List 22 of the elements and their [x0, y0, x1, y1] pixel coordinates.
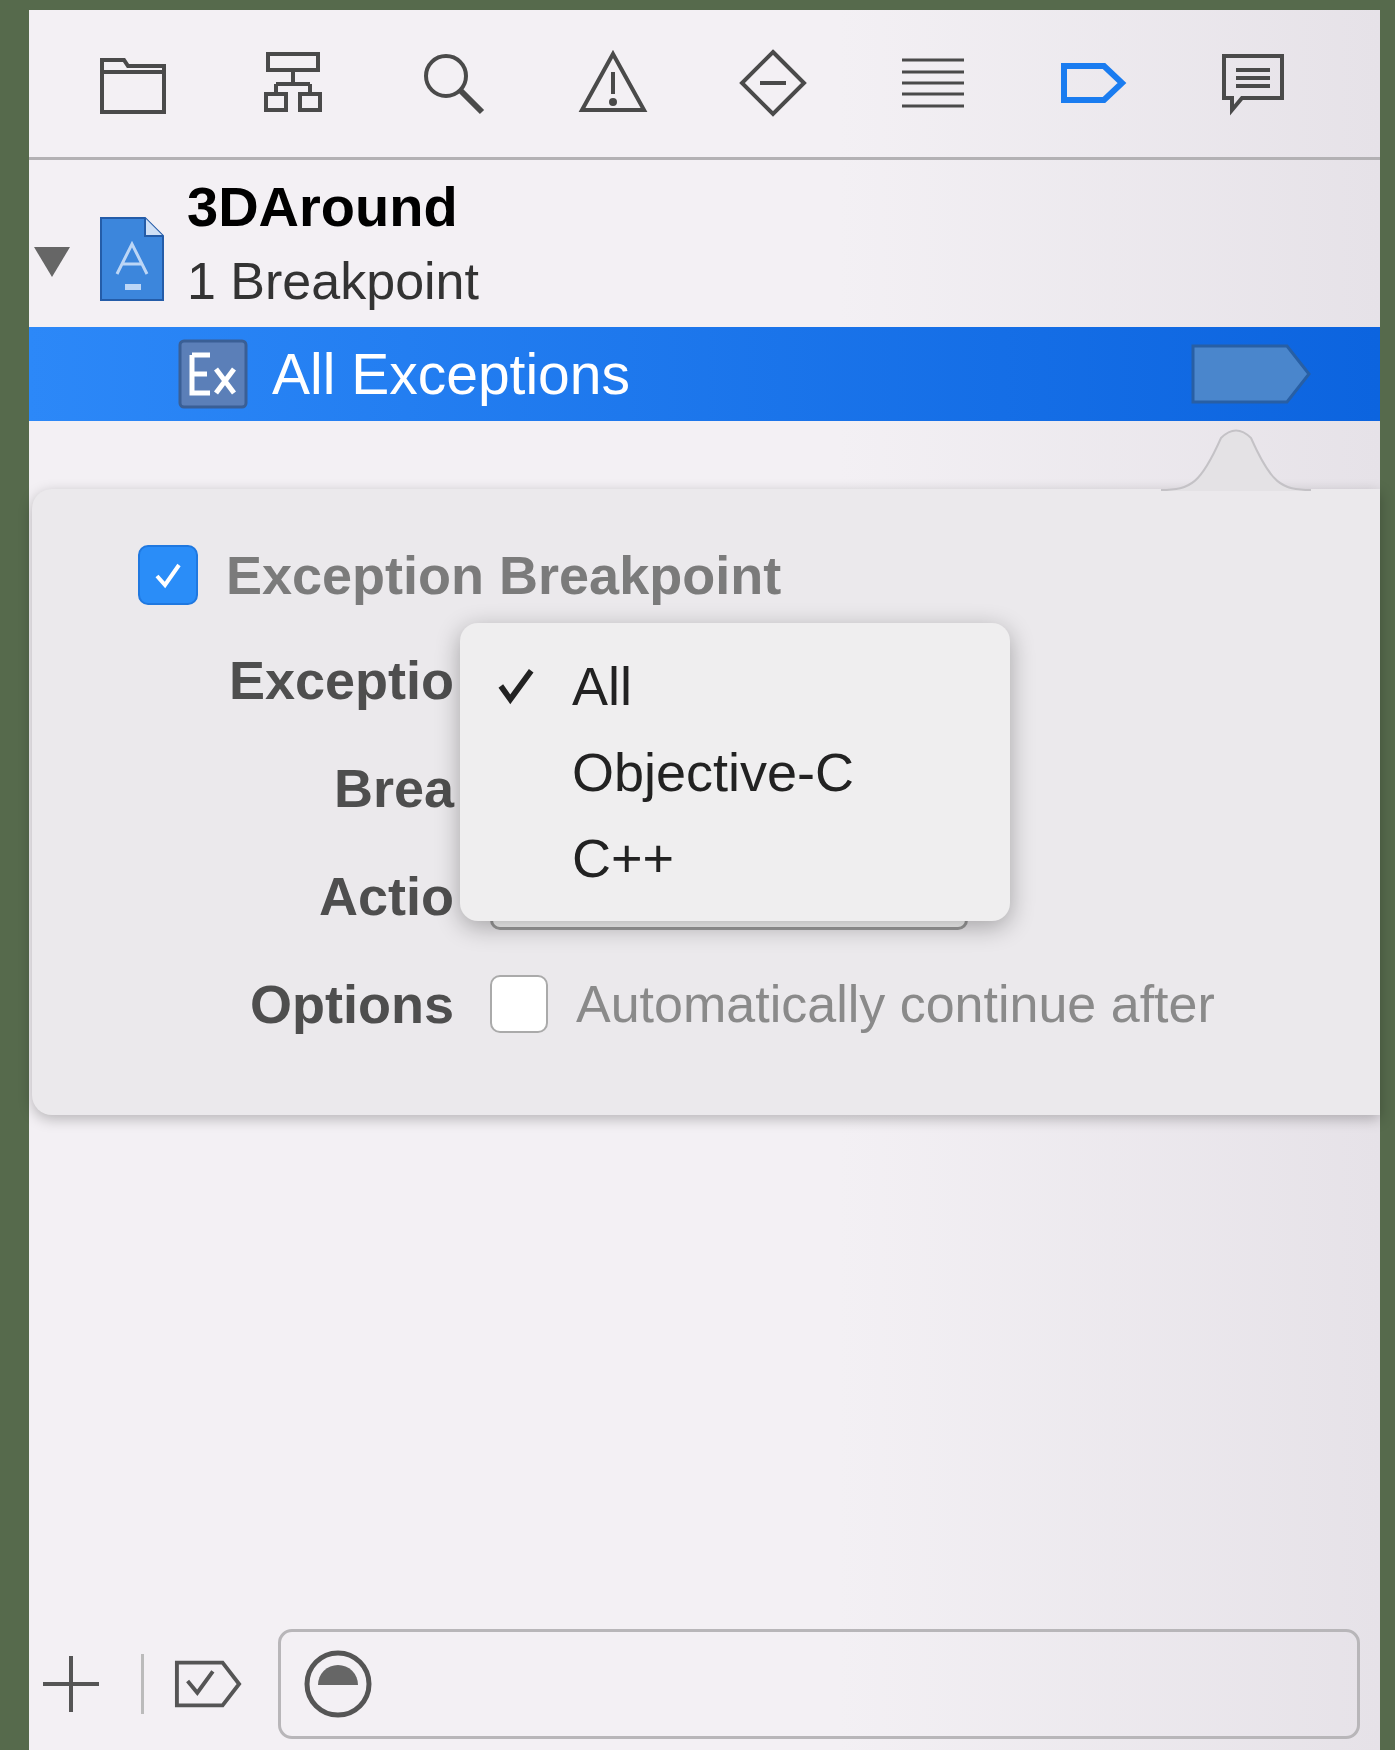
menu-item[interactable]: Objective-C — [460, 729, 1010, 815]
option-label: Automatically continue after — [576, 974, 1215, 1034]
field-label: Options — [249, 973, 454, 1036]
project-file-icon — [99, 215, 165, 302]
breakpoint-row[interactable]: All Exceptions — [29, 327, 1380, 421]
field-label: Actio — [318, 865, 454, 928]
tag-checkmark-icon[interactable] — [174, 1659, 242, 1709]
field-label: Exceptio — [227, 649, 454, 712]
enabled-checkbox[interactable] — [138, 545, 198, 605]
filter-field[interactable] — [278, 1629, 1360, 1739]
exception-icon — [178, 339, 248, 409]
option-checkbox[interactable] — [490, 975, 548, 1033]
breakpoint-count: 1 Breakpoint — [187, 250, 479, 312]
menu-item[interactable]: All — [460, 643, 1010, 729]
field-label: Brea — [332, 757, 454, 820]
breakpoint-label: All Exceptions — [272, 341, 631, 407]
add-icon[interactable] — [41, 1654, 101, 1714]
menu-item[interactable]: C++ — [460, 815, 1010, 901]
diamond-minus-icon[interactable] — [738, 48, 808, 118]
breakpoint-title: Exception Breakpoint — [226, 544, 782, 606]
project-name: 3DAround — [187, 173, 459, 240]
half-circle-icon — [303, 1649, 373, 1719]
